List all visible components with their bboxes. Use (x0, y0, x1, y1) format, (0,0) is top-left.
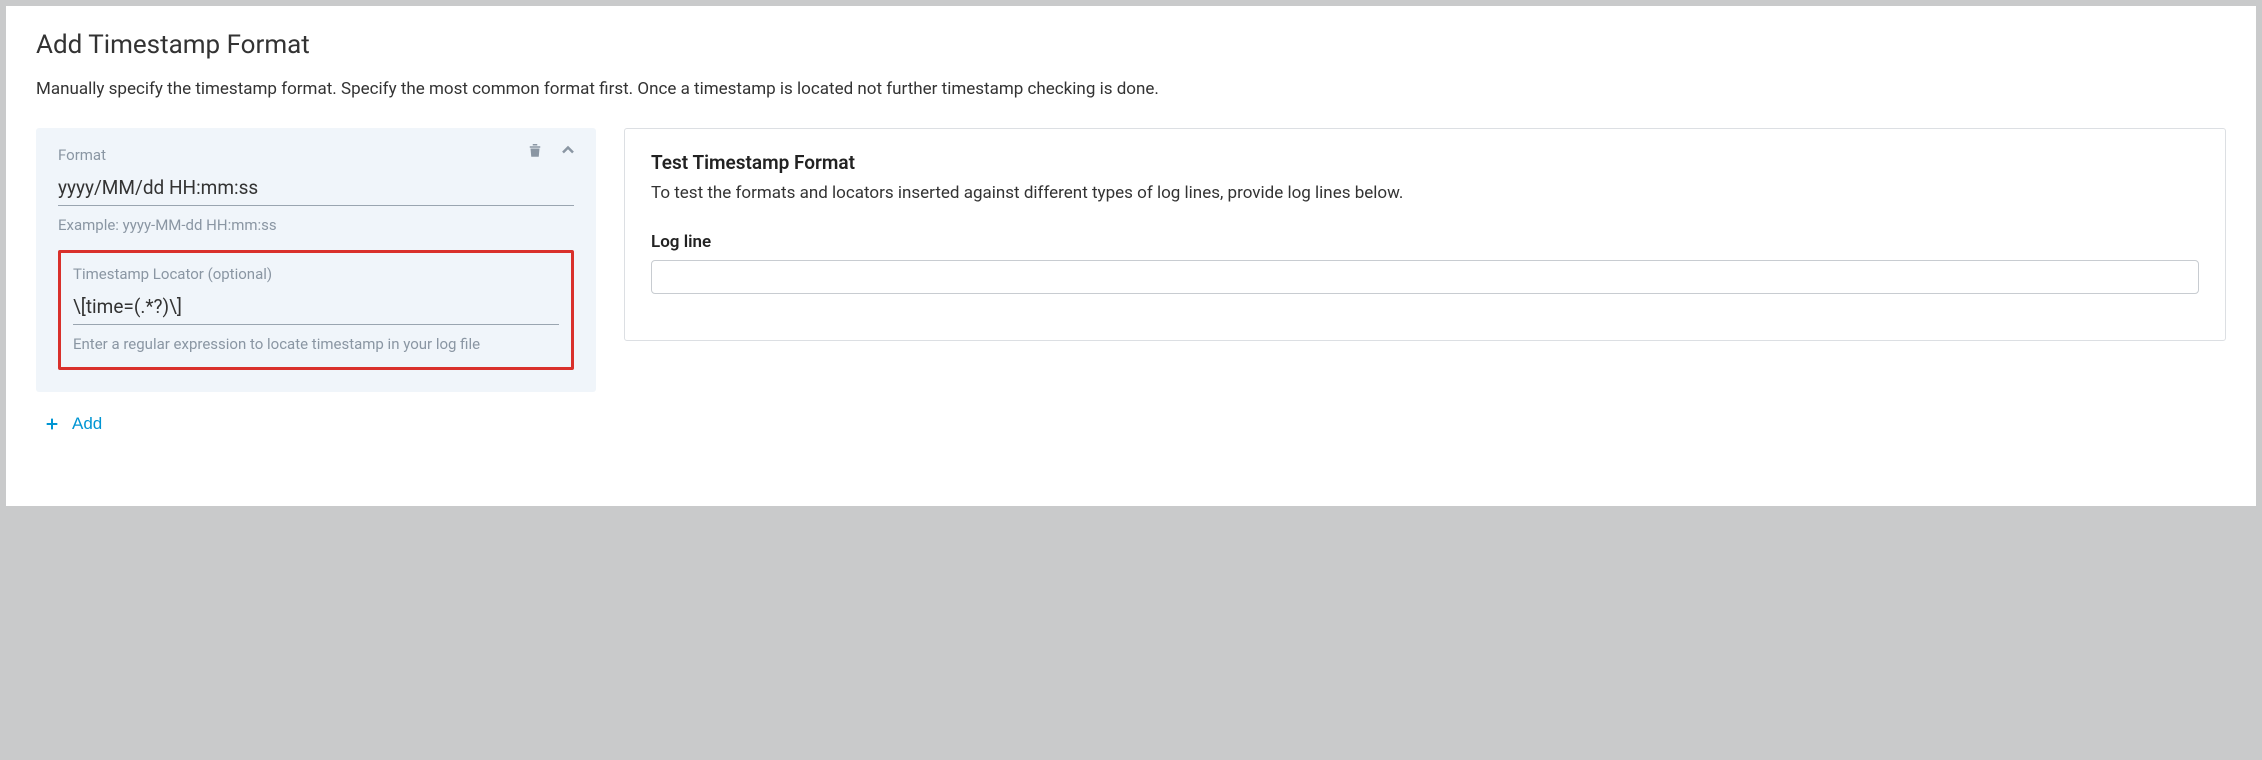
format-input[interactable] (58, 174, 574, 206)
page-title: Add Timestamp Format (36, 30, 2226, 60)
card-actions (526, 140, 578, 160)
locator-input[interactable] (73, 293, 559, 325)
logline-input[interactable] (651, 260, 2199, 294)
format-help: Example: yyyy-MM-dd HH:mm:ss (58, 216, 574, 234)
page-description: Manually specify the timestamp format. S… (36, 78, 2226, 102)
left-panel: Format Example: yyyy-MM-dd HH:mm:ss Time… (36, 128, 596, 438)
test-panel: Test Timestamp Format To test the format… (624, 128, 2226, 341)
format-label: Format (58, 146, 574, 164)
test-description: To test the formats and locators inserte… (651, 182, 2199, 206)
trash-icon[interactable] (526, 141, 544, 159)
format-card: Format Example: yyyy-MM-dd HH:mm:ss Time… (36, 128, 596, 392)
plus-icon (44, 416, 60, 432)
content-row: Format Example: yyyy-MM-dd HH:mm:ss Time… (36, 128, 2226, 438)
add-button[interactable]: Add (36, 410, 110, 438)
locator-help: Enter a regular expression to locate tim… (73, 335, 559, 353)
logline-label: Log line (651, 232, 2199, 252)
format-field-group: Format Example: yyyy-MM-dd HH:mm:ss (58, 146, 574, 234)
add-button-label: Add (72, 414, 102, 434)
locator-label: Timestamp Locator (optional) (73, 265, 559, 283)
locator-field-group: Timestamp Locator (optional) Enter a reg… (58, 250, 574, 370)
test-title: Test Timestamp Format (651, 151, 2199, 174)
chevron-up-icon[interactable] (558, 140, 578, 160)
page-container: Add Timestamp Format Manually specify th… (6, 6, 2256, 506)
